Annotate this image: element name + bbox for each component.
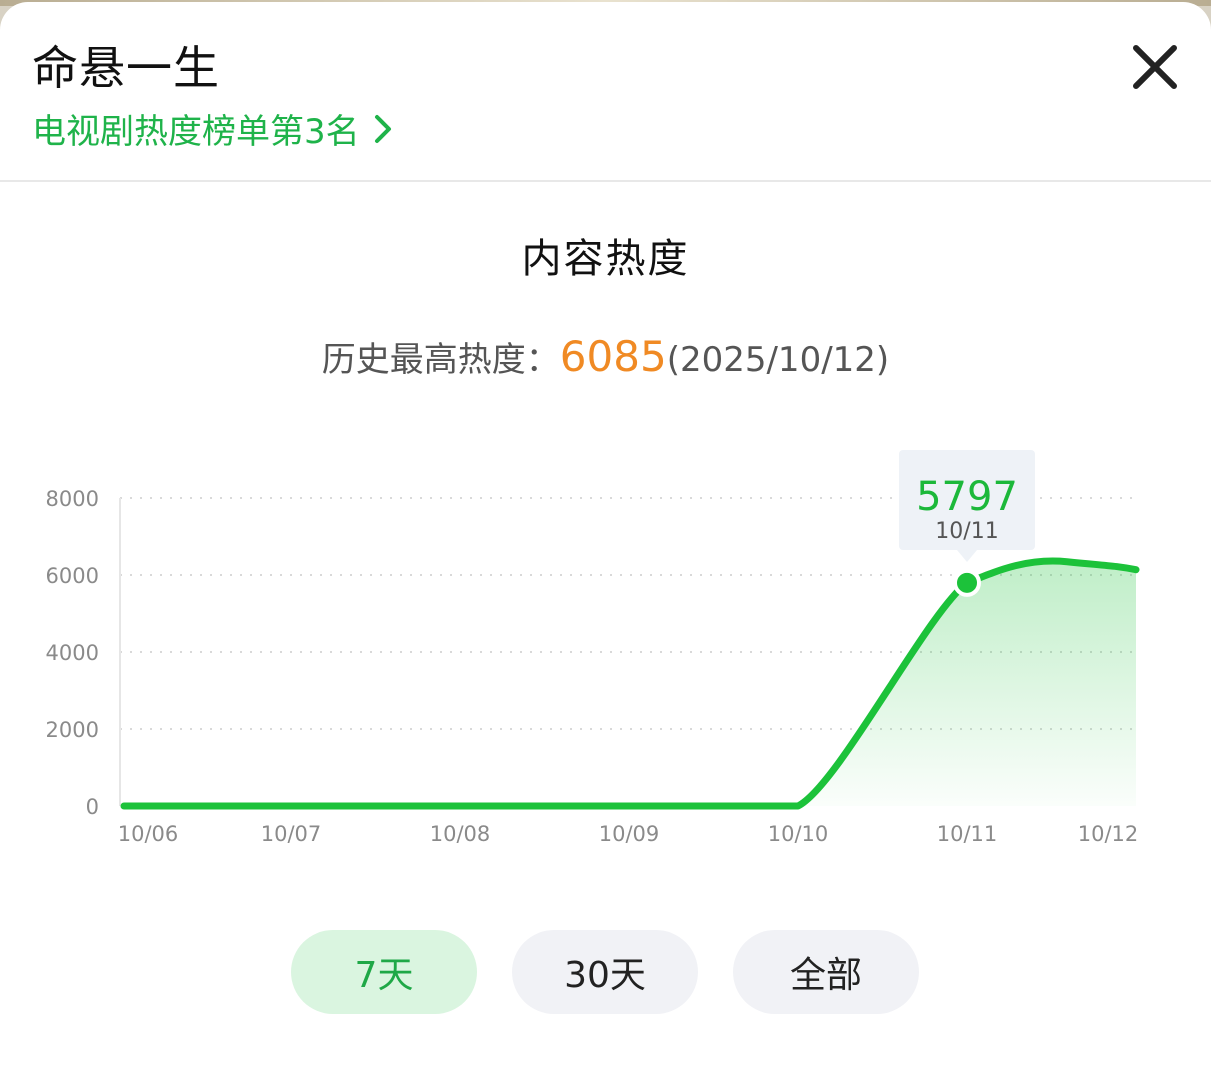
tooltip-date: 10/11	[935, 519, 998, 544]
x-tick-label: 10/07	[261, 822, 322, 846]
y-tick-label: 2000	[46, 718, 99, 742]
x-tick-label: 10/11	[937, 822, 998, 846]
peak-value: 6085	[559, 332, 667, 381]
peak-label: 历史最高热度：	[321, 340, 560, 380]
peak-heat: 历史最高热度：6085(2025/10/12)	[0, 332, 1211, 381]
heat-chart: 0 2000 4000 6000 8000 10/06 10/07 10/08 10/09 10…	[46, 450, 1140, 846]
range-tabs: 7天 30天 全部	[0, 930, 1211, 1014]
x-tick-label: 10/08	[430, 822, 491, 846]
rank-link[interactable]: 电视剧热度榜单第3名	[32, 104, 392, 153]
close-icon[interactable]	[1128, 40, 1182, 94]
drama-title: 命悬一生	[32, 41, 220, 95]
tab-7-days[interactable]: 7天	[291, 930, 477, 1014]
y-tick-label: 6000	[46, 564, 99, 588]
heat-area	[124, 560, 1136, 806]
y-tick-label: 0	[86, 795, 99, 819]
x-tick-label: 10/10	[768, 822, 829, 846]
highlight-point[interactable]	[953, 568, 981, 597]
x-tick-label: 10/12	[1078, 822, 1139, 846]
tooltip-value: 5797	[916, 474, 1018, 520]
tab-30-days[interactable]: 30天	[512, 930, 698, 1014]
peak-date: (2025/10/12)	[666, 340, 890, 380]
bottom-sheet: 命悬一生 电视剧热度榜单第3名 内容热度 历史最高热度：6085(2025/10…	[0, 2, 1211, 1080]
y-tick-label: 4000	[46, 641, 99, 665]
rank-link-label: 电视剧热度榜单第3名	[32, 112, 360, 152]
chevron-right-icon	[374, 114, 391, 143]
y-tick-label: 8000	[46, 487, 99, 511]
tooltip-pointer	[957, 550, 977, 562]
x-tick-label: 10/09	[599, 822, 660, 846]
tab-all[interactable]: 全部	[733, 930, 919, 1014]
section-title: 内容热度	[521, 236, 690, 282]
sheet-header: 命悬一生 电视剧热度榜单第3名	[0, 2, 1211, 182]
x-tick-label: 10/06	[118, 822, 179, 846]
